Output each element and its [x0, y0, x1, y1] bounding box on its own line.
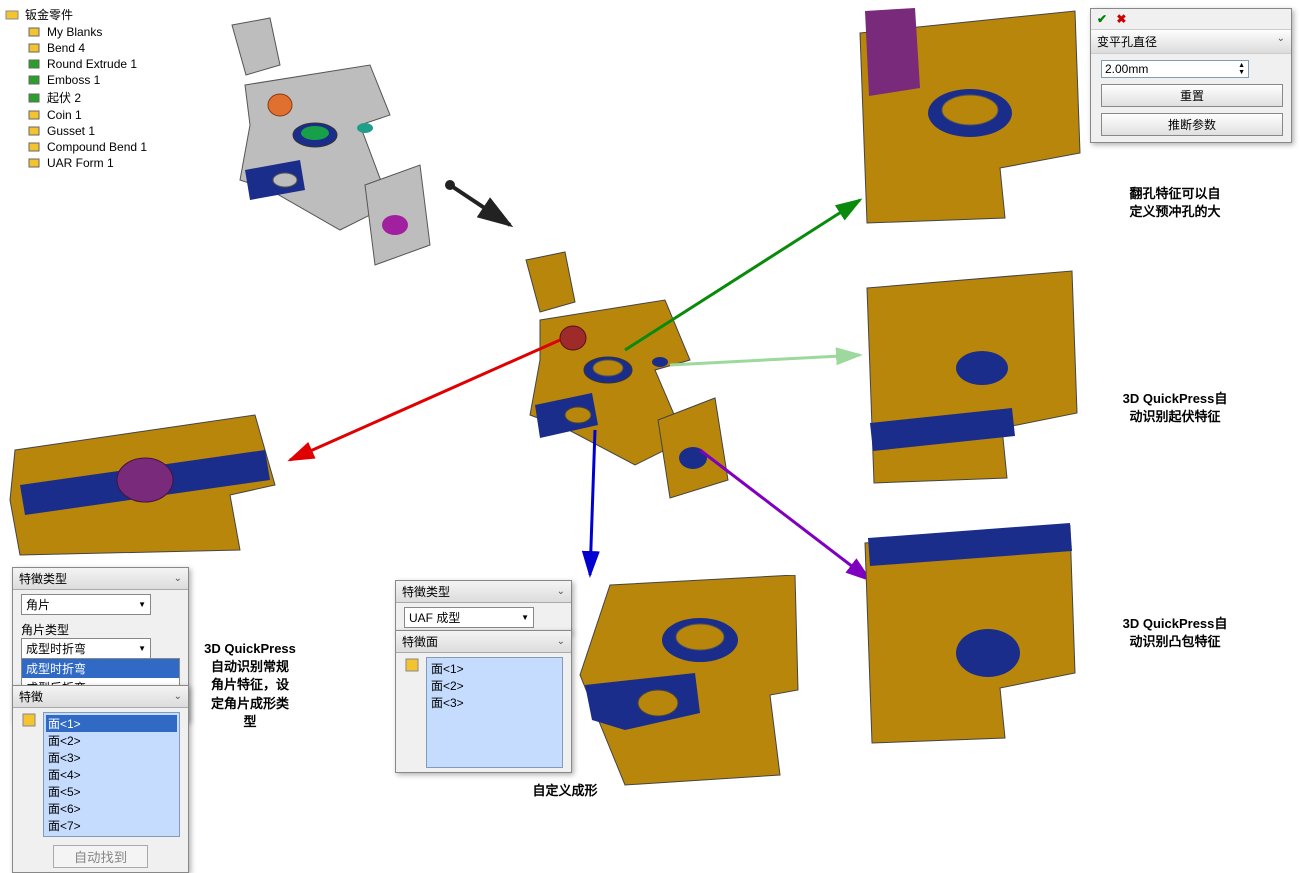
face-item[interactable]: 面<7>: [46, 817, 177, 834]
uaf-type-combo[interactable]: UAF 成型▼: [404, 607, 534, 628]
caption-flange-hole: 翻孔特征可以自定义预冲孔的大: [1110, 185, 1240, 221]
faces-list-a[interactable]: 面<1>面<2>面<3>面<4>面<5>面<6>面<7>: [43, 712, 180, 837]
face-item[interactable]: 面<1>: [46, 715, 177, 732]
ok-icon[interactable]: ✔: [1097, 12, 1107, 26]
face-item[interactable]: 面<2>: [46, 732, 177, 749]
face-item[interactable]: 面<3>: [429, 694, 560, 711]
face-icon: [404, 657, 422, 768]
spinner-icon[interactable]: ▲▼: [1238, 62, 1245, 76]
caption-corner: 3D QuickPress自动识别常规角片特征，设定角片成形类型: [195, 640, 305, 731]
corner-type-label: 角片类型: [21, 621, 180, 638]
feature-type-panel-b: 特徵类型⌄ UAF 成型▼: [395, 580, 572, 633]
detail-blue: [570, 575, 800, 790]
caption-custom-form: 自定义成形: [515, 782, 615, 800]
hole-diameter-input[interactable]: 2.00mm ▲▼: [1101, 60, 1249, 78]
face-item[interactable]: 面<1>: [429, 660, 560, 677]
feature-type-combo[interactable]: 角片▼: [21, 594, 151, 615]
caption-boss: 3D QuickPress自动识别凸包特征: [1100, 615, 1250, 651]
face-item[interactable]: 面<2>: [429, 677, 560, 694]
collapse-icon[interactable]: ⌄: [174, 573, 182, 584]
reset-button[interactable]: 重置: [1101, 84, 1283, 107]
hole-panel-title: 变平孔直径: [1097, 33, 1157, 50]
panel-a-header: 特徵类型⌄: [13, 568, 188, 590]
face-item[interactable]: 面<3>: [46, 749, 177, 766]
caption-emboss: 3D QuickPress自动识别起伏特征: [1100, 390, 1250, 426]
infer-params-button[interactable]: 推断参数: [1101, 113, 1283, 136]
hole-diameter-panel: ✔ ✖ 变平孔直径 ⌄ 2.00mm ▲▼ 重置 推断参数: [1090, 8, 1292, 143]
detail-purple: [860, 523, 1080, 748]
face-item[interactable]: 面<6>: [46, 800, 177, 817]
collapse-icon[interactable]: ⌄: [557, 636, 565, 647]
collapse-icon[interactable]: ⌄: [1277, 33, 1285, 50]
detail-lightgreen: [862, 268, 1082, 488]
detail-red: [5, 395, 285, 565]
corner-type-combo[interactable]: 成型时折弯▼: [21, 638, 151, 659]
feature-faces-panel-a: 特徵⌄ 面<1>面<2>面<3>面<4>面<5>面<6>面<7> 自动找到: [12, 685, 189, 873]
face-icon: [21, 712, 39, 837]
face-item[interactable]: 面<4>: [46, 766, 177, 783]
dropdown-option[interactable]: 成型时折弯: [22, 659, 179, 678]
face-item[interactable]: 面<5>: [46, 783, 177, 800]
cancel-icon[interactable]: ✖: [1116, 12, 1126, 26]
faces-list-b[interactable]: 面<1>面<2>面<3>: [426, 657, 563, 768]
collapse-icon[interactable]: ⌄: [174, 691, 182, 702]
feature-faces-panel-b: 特徵面⌄ 面<1>面<2>面<3>: [395, 630, 572, 773]
auto-find-button[interactable]: 自动找到: [53, 845, 148, 868]
collapse-icon[interactable]: ⌄: [557, 586, 565, 597]
detail-green: [855, 8, 1085, 228]
